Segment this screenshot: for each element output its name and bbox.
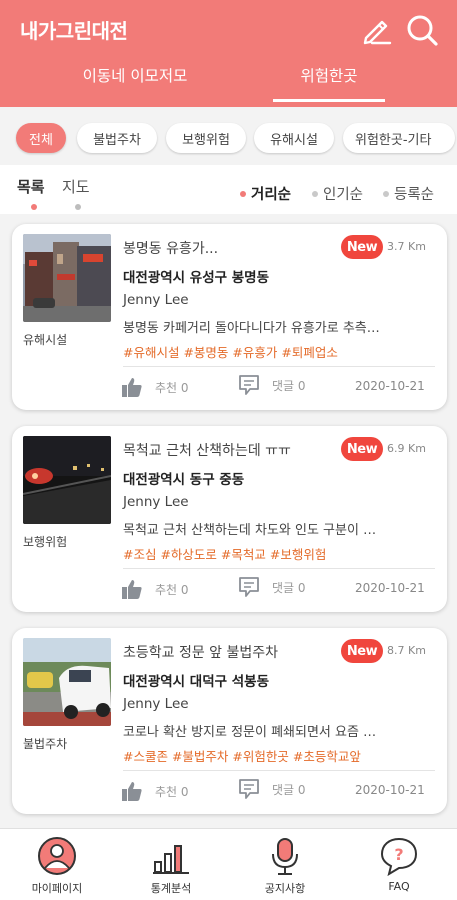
post-date: 2020-10-21 xyxy=(355,581,425,595)
comment-button[interactable]: 댓글 0 xyxy=(238,374,306,396)
post-thumbnail xyxy=(23,638,111,726)
post-distance: 8.7 Km xyxy=(387,644,426,657)
chip-pedestrian-danger[interactable]: 보행위험 xyxy=(166,123,246,153)
sort-recent[interactable]: 등록순 xyxy=(383,183,434,204)
nav-faq-label: FAQ xyxy=(388,880,410,893)
post-author: Jenny Lee xyxy=(123,494,189,510)
post-excerpt: 봉명동 카페거리 돌아다니다가 유흥가로 추측… xyxy=(123,321,380,336)
nav-mypage[interactable]: 마이페이지 xyxy=(0,835,114,897)
comment-count: 댓글 0 xyxy=(272,580,306,595)
chip-all[interactable]: 전체 xyxy=(16,123,66,153)
post-thumbnail xyxy=(23,234,111,322)
nav-statistics[interactable]: 통계분석 xyxy=(114,835,228,897)
post-excerpt: 코로나 확산 방지로 정문이 폐쇄되면서 요즘 … xyxy=(123,725,377,740)
search-icon[interactable] xyxy=(404,12,440,48)
nav-statistics-label: 통계분석 xyxy=(150,882,192,895)
post-excerpt: 목척교 근처 산책하는데 차도와 인도 구분이 … xyxy=(123,523,377,538)
card-divider xyxy=(123,366,435,367)
chip-danger-other[interactable]: 위험한곳-기타 xyxy=(343,123,455,153)
bottom-navigation: 마이페이지 통계분석 공지사항 ? FAQ xyxy=(0,828,457,900)
post-title: 봉명동 유흥가... xyxy=(123,241,219,257)
thumbs-up-icon xyxy=(122,378,142,397)
post-tags: #유해시설 #봉명동 #유흥가 #퇴폐업소 xyxy=(123,345,338,360)
view-tab-map[interactable]: 지도 xyxy=(62,176,90,197)
post-category: 불법주차 xyxy=(23,737,68,751)
chip-harmful-facility[interactable]: 유해시설 xyxy=(254,123,334,153)
nav-faq[interactable]: ? FAQ xyxy=(342,835,456,897)
tab-danger-spots[interactable]: 위험한곳 xyxy=(273,64,385,102)
post-author: Jenny Lee xyxy=(123,292,189,308)
post-tags: #스쿨존 #불법주차 #위험한곳 #초등학교앞 xyxy=(123,749,361,764)
thumbs-up-icon xyxy=(122,782,142,801)
post-category: 유해시설 xyxy=(23,333,68,347)
post-tags: #조심 #하상도로 #목척교 #보행위험 xyxy=(123,547,327,562)
comment-icon xyxy=(239,577,259,597)
comment-icon xyxy=(239,375,259,395)
post-title: 목척교 근처 산책하는데 ㅠㅠ xyxy=(123,443,291,459)
user-icon xyxy=(35,835,79,877)
post-title: 초등학교 정문 앞 불법주차 xyxy=(123,645,279,661)
new-badge: New xyxy=(341,639,383,663)
new-badge: New xyxy=(341,437,383,461)
view-tab-list-indicator xyxy=(31,204,37,210)
post-address: 대전광역시 동구 중동 xyxy=(123,472,245,488)
view-tab-list[interactable]: 목록 xyxy=(17,176,45,197)
app-title: 내가그린대전 xyxy=(20,19,128,43)
card-divider xyxy=(123,568,435,569)
bar-chart-icon xyxy=(149,835,193,877)
sort-distance[interactable]: 거리순 xyxy=(240,183,291,204)
like-count: 추천 0 xyxy=(155,380,189,395)
post-address: 대전광역시 유성구 봉명동 xyxy=(123,270,270,286)
post-list: 유해시설 봉명동 유흥가... New 3.7 Km 대전광역시 유성구 봉명동… xyxy=(0,214,457,828)
comment-count: 댓글 0 xyxy=(272,378,306,393)
nav-notice[interactable]: 공지사항 xyxy=(228,835,342,897)
app-header: 내가그린대전 이동네 이모저모 위험한곳 xyxy=(0,0,457,107)
post-distance: 6.9 Km xyxy=(387,442,426,455)
post-distance: 3.7 Km xyxy=(387,240,426,253)
post-date: 2020-10-21 xyxy=(355,379,425,393)
nav-mypage-label: 마이페이지 xyxy=(31,882,83,895)
view-tab-map-indicator xyxy=(75,204,81,210)
svg-text:?: ? xyxy=(394,845,403,864)
comment-button[interactable]: 댓글 0 xyxy=(238,576,306,598)
nav-notice-label: 공지사항 xyxy=(264,882,306,895)
like-button[interactable]: 추천 0 xyxy=(121,376,189,398)
category-chip-bar: 전체 불법주차 보행위험 유해시설 위험한곳-기타 xyxy=(0,107,457,165)
post-author: Jenny Lee xyxy=(123,696,189,712)
comment-button[interactable]: 댓글 0 xyxy=(238,778,306,800)
faq-bubble-icon: ? xyxy=(377,835,421,877)
sort-popular[interactable]: 인기순 xyxy=(312,183,363,204)
card-divider xyxy=(123,770,435,771)
post-card[interactable]: 보행위험 목척교 근처 산책하는데 ㅠㅠ New 6.9 Km 대전광역시 동구… xyxy=(12,426,447,612)
comment-icon xyxy=(239,779,259,799)
like-count: 추천 0 xyxy=(155,582,189,597)
like-count: 추천 0 xyxy=(155,784,189,799)
new-badge: New xyxy=(341,235,383,259)
like-button[interactable]: 추천 0 xyxy=(121,578,189,600)
thumbs-up-icon xyxy=(122,580,142,599)
chip-illegal-parking[interactable]: 불법주차 xyxy=(77,123,157,153)
pencil-icon[interactable] xyxy=(358,12,394,48)
tab-neighborhood[interactable]: 이동네 이모저모 xyxy=(50,64,220,98)
post-thumbnail xyxy=(23,436,111,524)
post-date: 2020-10-21 xyxy=(355,783,425,797)
like-button[interactable]: 추천 0 xyxy=(121,780,189,802)
comment-count: 댓글 0 xyxy=(272,782,306,797)
post-address: 대전광역시 대덕구 석봉동 xyxy=(123,674,270,690)
post-card[interactable]: 불법주차 초등학교 정문 앞 불법주차 New 8.7 Km 대전광역시 대덕구… xyxy=(12,628,447,814)
post-card[interactable]: 유해시설 봉명동 유흥가... New 3.7 Km 대전광역시 유성구 봉명동… xyxy=(12,224,447,410)
microphone-icon xyxy=(263,835,307,877)
post-category: 보행위험 xyxy=(23,535,68,549)
